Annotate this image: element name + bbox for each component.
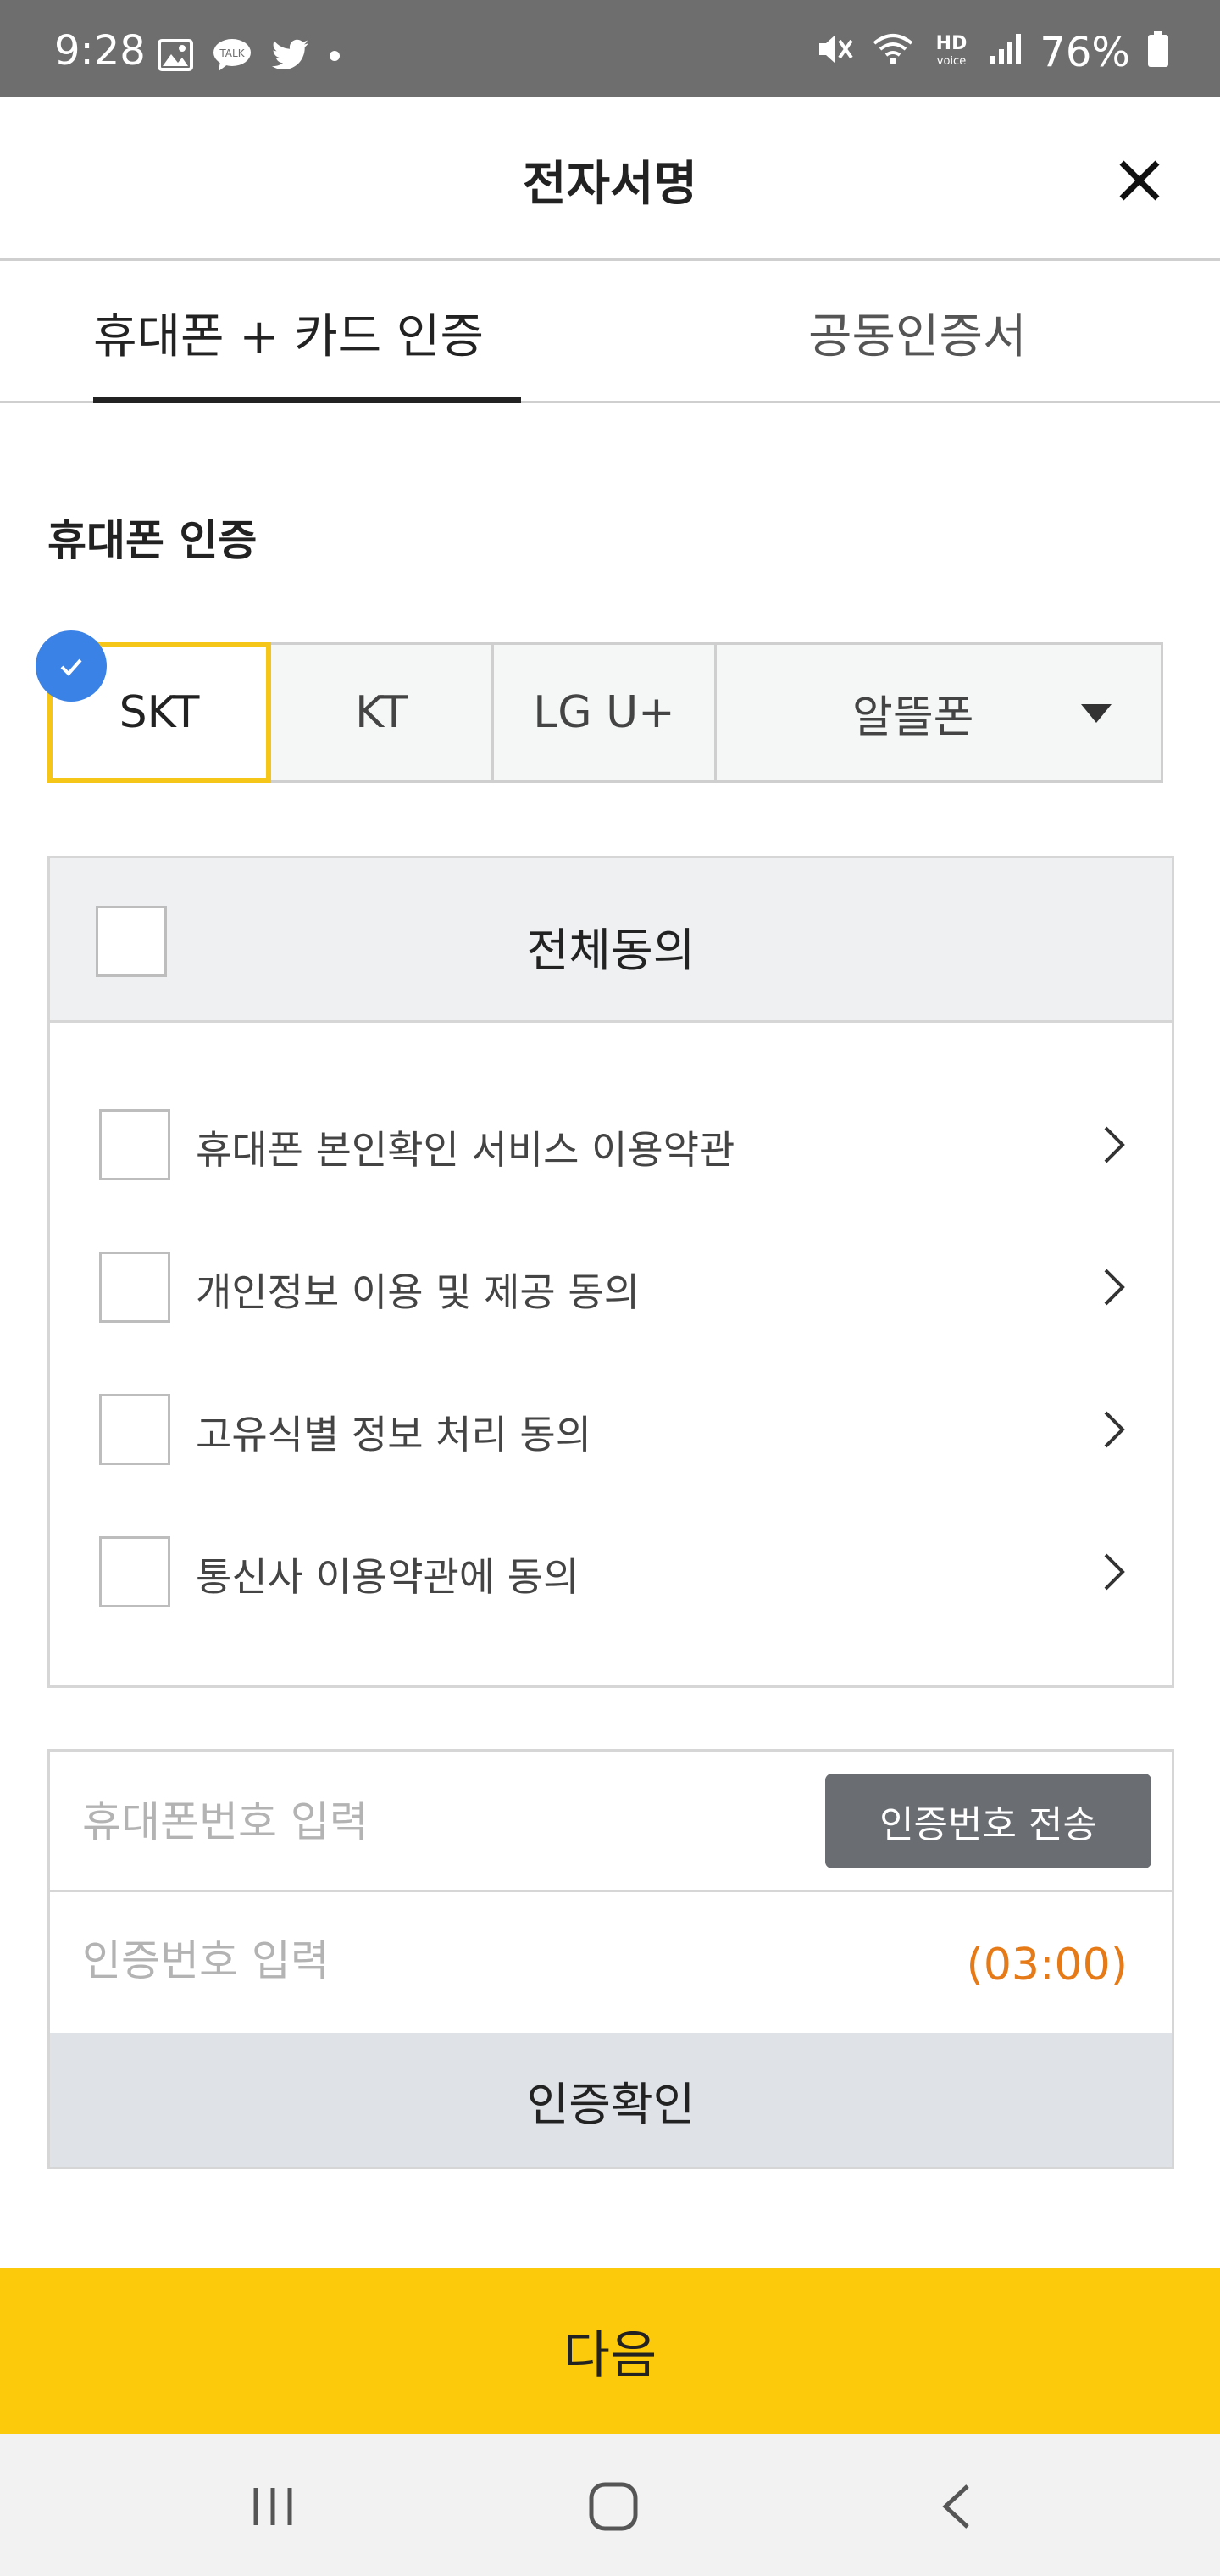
status-icons-right: HD voice 76% [816,31,1169,75]
agree-all-row[interactable]: 전체동의 [50,858,1172,1023]
agreement-checkbox[interactable] [99,1536,170,1607]
dot-icon [329,49,341,65]
send-code-button[interactable]: 인증번호 전송 [825,1774,1151,1868]
battery-icon [1147,31,1169,75]
agreement-item[interactable]: 개인정보 이용 및 제공 동의 [50,1233,1172,1335]
carrier-lgu[interactable]: LG U+ [491,642,717,783]
agreement-label: 휴대폰 본인확인 서비스 이용약관 [196,1127,735,1173]
countdown-timer: (03:00) [966,1940,1128,1990]
tab-indicator [93,397,521,403]
back-icon [942,2484,969,2529]
agreement-label: 개인정보 이용 및 제공 동의 [196,1269,640,1315]
tab-joint-certificate[interactable]: 공동인증서 [808,298,1027,367]
mute-icon [816,31,855,75]
agreement-panel: 전체동의 휴대폰 본인확인 서비스 이용약관 개인정보 이용 및 제공 동의 고… [47,856,1174,1688]
hd-label: HD [936,33,968,54]
voice-label: voice [937,55,966,68]
home-button[interactable] [580,2473,647,2540]
verification-panel: 인증번호 전송 (03:00) 인증확인 [47,1749,1174,2169]
hd-voice-icon: HD voice [931,31,972,75]
chevron-right-icon[interactable] [1102,1267,1126,1307]
status-bar: 9:28 TALK HD voice 76% [0,0,1220,97]
tab-bar: 휴대폰 + 카드 인증 공동인증서 [0,261,1220,403]
phone-number-input[interactable] [82,1792,802,1852]
battery-percent: 76% [1040,29,1130,76]
chevron-right-icon[interactable] [1102,1124,1126,1165]
section-title: 휴대폰 인증 [47,516,258,565]
header: 전자서명 [0,97,1220,261]
tab-phone-card[interactable]: 휴대폰 + 카드 인증 [93,298,484,367]
home-icon [589,2482,638,2531]
talk-icon: TALK [212,37,252,76]
chevron-right-icon[interactable] [1102,1409,1126,1450]
recent-apps-icon [253,2488,292,2525]
agreement-checkbox[interactable] [99,1252,170,1323]
carrier-kt[interactable]: KT [269,642,494,783]
status-time: 9:28 [54,27,146,75]
carrier-mvno-label: 알뜰폰 [852,691,974,743]
recent-apps-button[interactable] [239,2473,307,2540]
next-button[interactable]: 다음 [0,2268,1220,2434]
close-icon [1119,160,1160,201]
page-title: 전자서명 [522,157,698,212]
carrier-selector: SKT KT LG U+ 알뜰폰 [47,642,1166,783]
carrier-mvno-dropdown[interactable]: 알뜰폰 [714,642,1163,783]
agreement-label: 고유식별 정보 처리 동의 [196,1412,592,1457]
agreement-checkbox[interactable] [99,1109,170,1180]
agreement-item[interactable]: 통신사 이용약관에 동의 [50,1518,1172,1619]
twitter-icon [271,39,310,75]
phone-row: 인증번호 전송 [50,1752,1172,1892]
dropdown-arrow-icon [1081,704,1112,723]
wifi-icon [872,31,914,74]
verification-code-input[interactable] [82,1931,802,1990]
talk-badge-text: TALK [219,47,245,59]
agreement-checkbox[interactable] [99,1394,170,1465]
status-icons-left: TALK [158,37,341,76]
back-button[interactable] [922,2473,990,2540]
signal-icon [989,32,1023,73]
agreement-item[interactable]: 고유식별 정보 처리 동의 [50,1375,1172,1477]
agree-all-label: 전체동의 [526,924,696,977]
agreement-item[interactable]: 휴대폰 본인확인 서비스 이용약관 [50,1091,1172,1192]
code-row: (03:00) [50,1892,1172,2033]
chevron-right-icon[interactable] [1102,1552,1126,1592]
gallery-icon [158,39,193,75]
verify-button[interactable]: 인증확인 [50,2033,1172,2167]
agreement-label: 통신사 이용약관에 동의 [196,1554,580,1600]
navigation-bar [0,2434,1220,2576]
selected-check-icon [36,630,107,702]
close-button[interactable] [1110,151,1169,210]
